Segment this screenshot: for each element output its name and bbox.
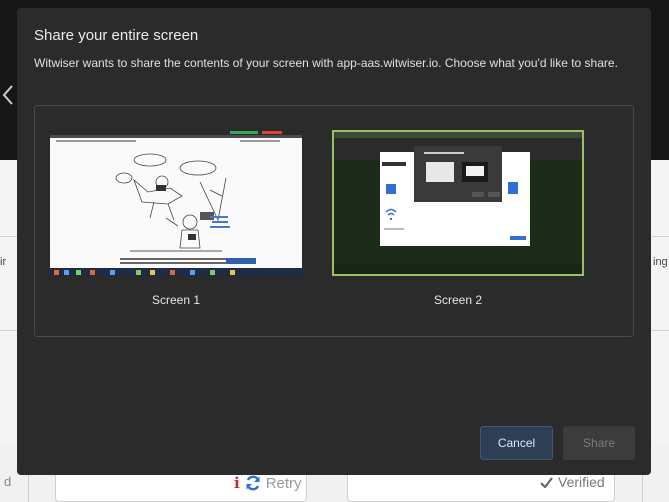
background-column-header-left: ir [0,256,7,268]
screen-2-thumbnail [332,130,584,276]
info-icon: i [234,474,240,492]
cancel-button[interactable]: Cancel [480,426,553,460]
verified-label: Verified [558,474,605,490]
screen-1-preview-image [50,130,302,276]
screen-option-1[interactable]: Screen 1 [50,124,302,314]
screen-1-thumbnail [50,130,302,276]
background-column-header-right: ing [653,256,668,268]
screen-2-preview-image [334,132,582,274]
screen-2-label: Screen 2 [433,293,483,307]
share-button[interactable]: Share [563,426,635,460]
verified-status: Verified [540,474,605,490]
dialog-title: Share your entire screen [34,27,199,44]
background-cell-text: d [4,474,12,489]
screen-picker-panel: Screen 1 Screen 2 [34,105,634,337]
screen-option-2[interactable]: Screen 2 [332,124,584,314]
retry-button[interactable]: i Retry [234,474,302,492]
dialog-description: Witwiser wants to share the contents of … [34,56,618,70]
refresh-icon [246,475,260,491]
share-screen-dialog: Share your entire screen Witwiser wants … [17,8,651,475]
chevron-left-icon [2,85,13,105]
retry-label: Retry [265,474,302,492]
checkmark-icon [540,476,553,488]
screen-1-label: Screen 1 [151,293,201,307]
